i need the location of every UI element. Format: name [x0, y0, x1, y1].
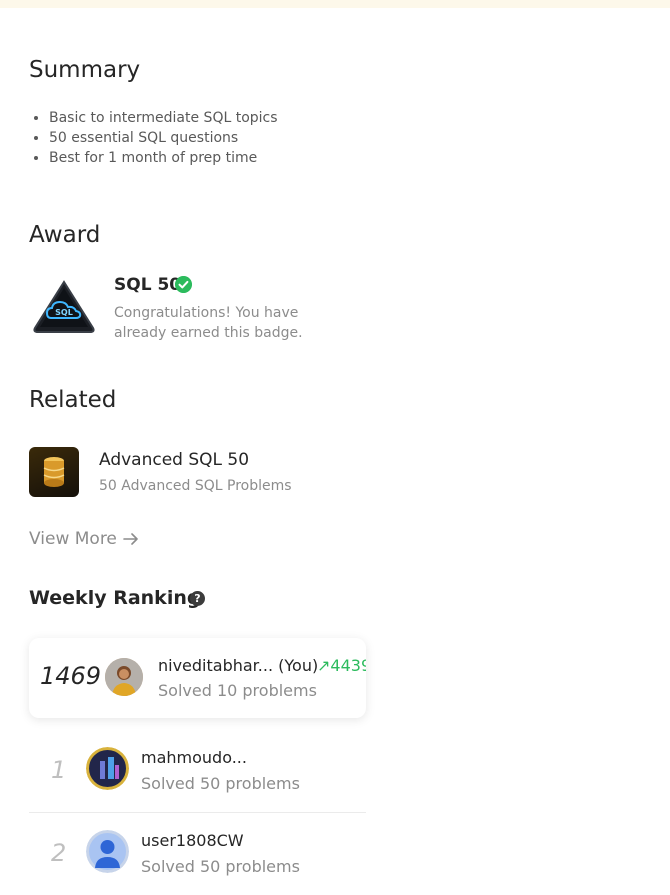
default-user-icon — [86, 830, 129, 873]
related-item-subtitle: 50 Advanced SQL Problems — [99, 478, 292, 494]
related-heading: Related — [29, 387, 117, 413]
solved-count: Solved 50 problems — [141, 774, 300, 793]
database-icon — [43, 457, 65, 487]
view-more-link[interactable]: View More — [29, 529, 117, 549]
my-ranking-card[interactable]: 1469 niveditabhar... (You) ↗4439 Solved … — [29, 638, 366, 718]
arrow-right-icon[interactable] — [122, 530, 140, 548]
avatar[interactable] — [105, 658, 143, 696]
award-heading: Award — [29, 222, 101, 248]
avatar[interactable] — [86, 747, 129, 790]
advanced-sql-thumbnail[interactable] — [29, 447, 79, 497]
verified-check-icon — [175, 276, 192, 293]
solved-count: Solved 50 problems — [141, 857, 300, 876]
top-banner-strip — [0, 0, 670, 8]
username[interactable]: mahmoudo... — [141, 748, 247, 767]
sql-cloud-badge-icon[interactable]: SQL — [33, 280, 95, 334]
user-photo-icon — [105, 658, 143, 696]
ranking-row[interactable]: 1 mahmoudo... Solved 50 problems — [29, 730, 366, 812]
help-icon[interactable]: ? — [190, 591, 205, 606]
award-description: Congratulations! You have already earned… — [114, 305, 303, 341]
ranking-row[interactable]: 2 user1808CW Solved 50 problems — [29, 813, 366, 895]
summary-item: Best for 1 month of prep time — [49, 148, 278, 168]
rank-number: 1 — [51, 756, 67, 784]
my-solved-count: Solved 10 problems — [158, 681, 317, 700]
my-username[interactable]: niveditabhar... (You) — [158, 656, 318, 675]
svg-text:SQL: SQL — [55, 308, 73, 317]
user-avatar-icon — [86, 747, 129, 790]
rank-number: 2 — [51, 839, 67, 867]
related-item-title[interactable]: Advanced SQL 50 — [99, 450, 249, 470]
weekly-ranking-heading: Weekly Ranking — [29, 587, 201, 609]
my-rank-number: 1469 — [40, 662, 102, 690]
summary-item: Basic to intermediate SQL topics — [49, 108, 278, 128]
rank-change: ↗4439 — [317, 656, 366, 675]
award-name: SQL 50 — [114, 275, 182, 295]
summary-list: Basic to intermediate SQL topics 50 esse… — [29, 108, 278, 168]
summary-heading: Summary — [29, 57, 141, 83]
summary-item: 50 essential SQL questions — [49, 128, 278, 148]
avatar[interactable] — [86, 830, 129, 873]
username[interactable]: user1808CW — [141, 831, 244, 850]
